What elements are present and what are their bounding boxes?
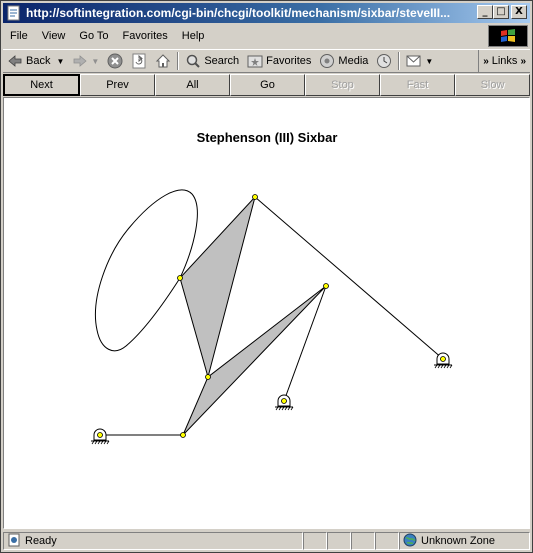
zone-cell: Unknown Zone [399, 532, 530, 550]
menu-help[interactable]: Help [175, 30, 212, 42]
search-button[interactable]: Search [181, 50, 243, 72]
chevron-down-icon[interactable]: ▼ [91, 57, 99, 66]
joint [180, 432, 186, 438]
menu-file[interactable]: File [3, 30, 35, 42]
home-button[interactable] [151, 50, 175, 72]
status-cell [375, 532, 399, 550]
title-bar: http://softintegration.com/cgi-bin/chcgi… [3, 3, 530, 23]
globe-icon [403, 533, 417, 550]
figure-title: Stephenson (III) Sixbar [197, 130, 338, 145]
joint [323, 283, 329, 289]
history-button[interactable] [372, 50, 396, 72]
mail-button[interactable]: ▼ [402, 50, 437, 72]
status-bar: Ready Unknown Zone [3, 531, 530, 551]
coupler-curve [95, 189, 198, 352]
media-label: Media [338, 55, 369, 67]
next-button[interactable]: Next [3, 74, 80, 96]
menu-go-to[interactable]: Go To [72, 30, 115, 42]
status-text: Ready [25, 535, 57, 547]
back-arrow-icon [7, 53, 23, 69]
favorites-label: Favorites [266, 55, 312, 67]
toolbar-separator [177, 52, 180, 70]
status-text-cell: Ready [3, 532, 303, 550]
menu-bar: File View Go To Favorites Help [3, 25, 488, 47]
links-label: Links [491, 55, 518, 67]
stop-button[interactable] [103, 50, 127, 72]
chevron-right-icon: » [483, 55, 489, 67]
home-icon [155, 53, 171, 69]
ie-page-icon [6, 5, 22, 21]
slow-button[interactable]: Slow [455, 74, 530, 96]
maximize-button[interactable]: □ [493, 5, 509, 19]
history-icon [376, 53, 392, 69]
minimize-button[interactable]: _ [477, 5, 493, 19]
joint [281, 398, 287, 404]
page-content: Stephenson (III) Sixbar [3, 97, 530, 529]
animation-nav-bar: Next Prev All Go Stop Fast Slow [3, 74, 530, 96]
all-button[interactable]: All [155, 74, 230, 96]
forward-arrow-icon [72, 53, 88, 69]
joint [97, 432, 103, 438]
forward-button[interactable]: ▼ [68, 50, 103, 72]
joint [177, 275, 183, 281]
menu-view[interactable]: View [35, 30, 73, 42]
refresh-icon [131, 53, 147, 69]
rocker-link-right [254, 196, 444, 360]
chevron-down-icon[interactable]: ▼ [425, 57, 433, 66]
media-button[interactable]: Media [315, 50, 372, 72]
zone-text: Unknown Zone [421, 535, 495, 547]
favorites-star-icon [247, 53, 263, 69]
stop-anim-button[interactable]: Stop [305, 74, 380, 96]
media-icon [319, 53, 335, 69]
search-label: Search [204, 55, 240, 67]
standard-toolbar: Back ▼ ▼ Search Favorites Media ▼ » Link… [3, 49, 530, 73]
chevron-right-icon: » [520, 55, 526, 67]
go-button[interactable]: Go [230, 74, 305, 96]
favorites-button[interactable]: Favorites [243, 50, 315, 72]
joint [440, 356, 446, 362]
window-title: http://softintegration.com/cgi-bin/chcgi… [26, 6, 451, 20]
toolbar-separator [398, 52, 401, 70]
status-cell [327, 532, 351, 550]
status-cell [351, 532, 375, 550]
mail-icon [406, 53, 422, 69]
search-icon [185, 53, 201, 69]
chevron-down-icon[interactable]: ▼ [56, 57, 64, 66]
close-button[interactable]: X [511, 5, 527, 19]
menu-favorites[interactable]: Favorites [116, 30, 175, 42]
page-loaded-icon [7, 533, 21, 550]
mechanism-figure: Stephenson (III) Sixbar [91, 130, 453, 445]
browser-window: http://softintegration.com/cgi-bin/chcgi… [0, 0, 533, 553]
stop-icon [107, 53, 123, 69]
back-label: Back [26, 55, 51, 67]
windows-logo-icon [488, 25, 528, 47]
links-button[interactable]: » Links » [478, 50, 530, 72]
status-cell [303, 532, 327, 550]
fast-button[interactable]: Fast [380, 74, 455, 96]
refresh-button[interactable] [127, 50, 151, 72]
joint [252, 194, 258, 200]
joint [205, 374, 211, 380]
prev-button[interactable]: Prev [80, 74, 155, 96]
back-button[interactable]: Back ▼ [3, 50, 68, 72]
